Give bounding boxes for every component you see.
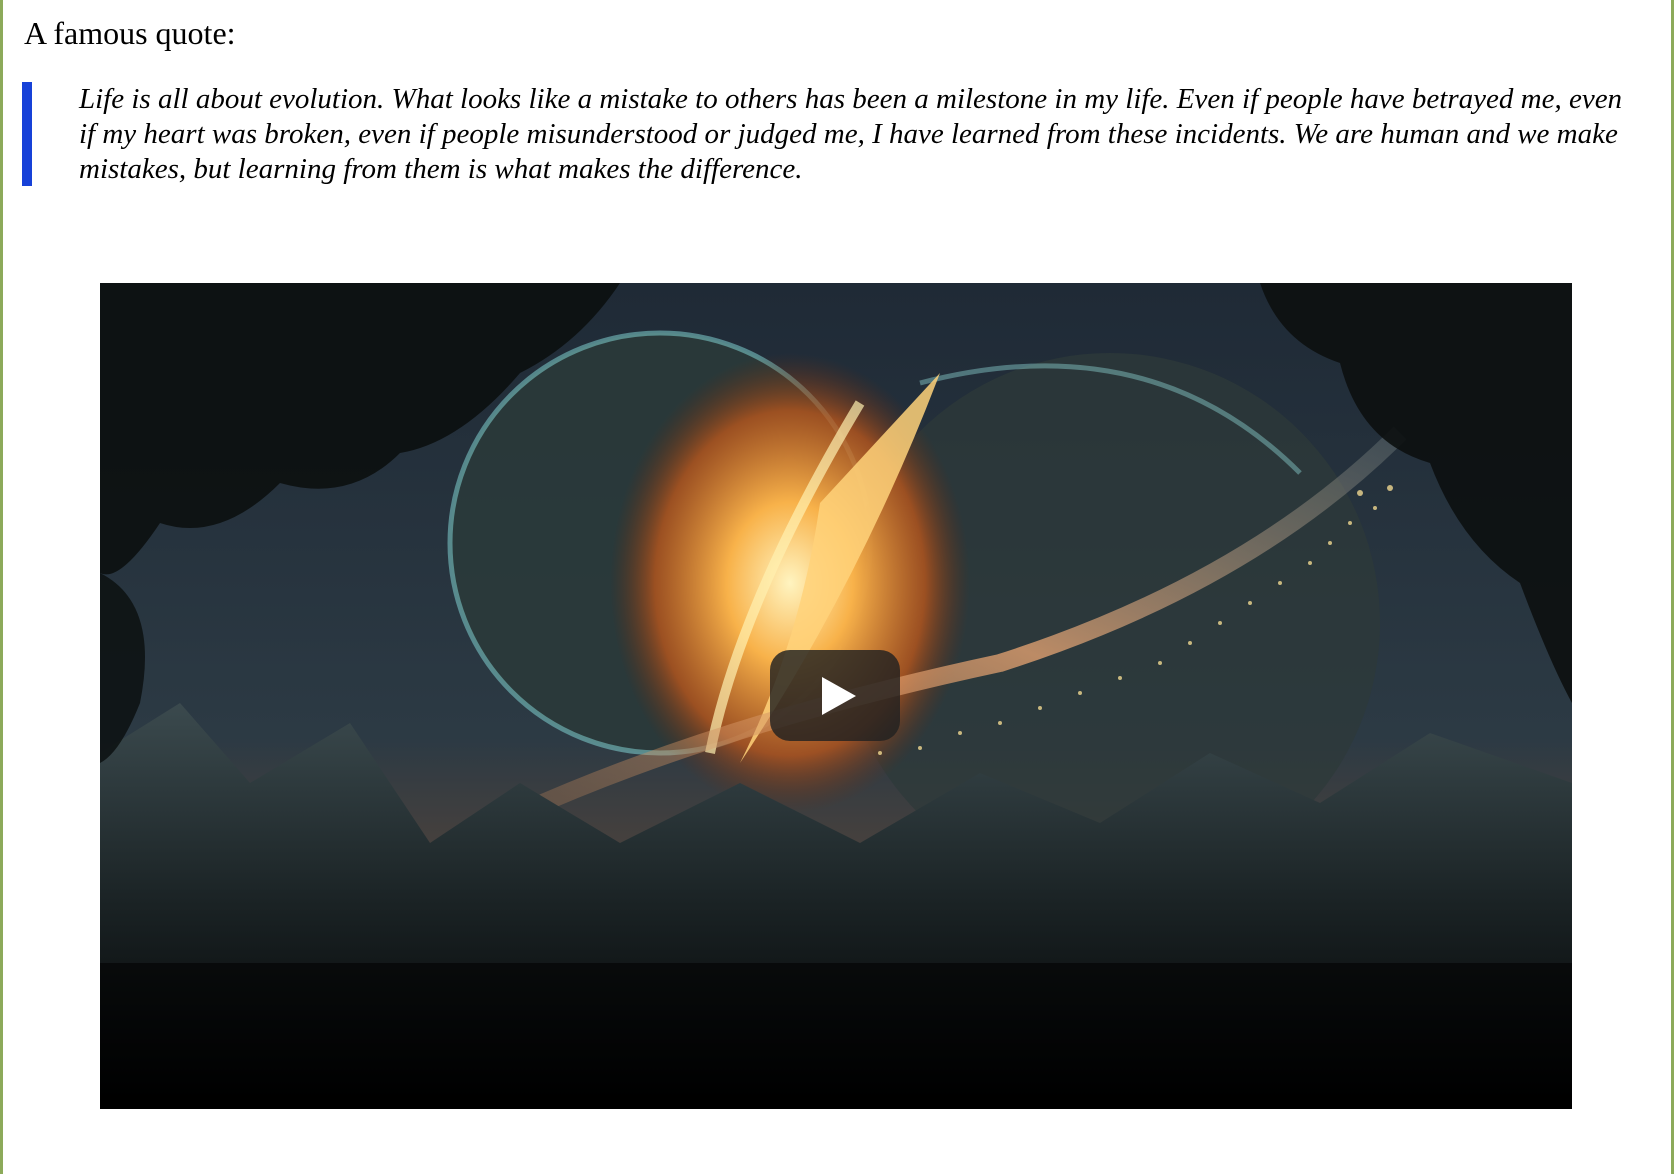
video-player[interactable] [100, 283, 1572, 1109]
play-icon [822, 677, 856, 715]
intro-text: A famous quote: [24, 15, 236, 51]
quote-text: Life is all about evolution. What looks … [79, 83, 1623, 185]
blockquote: Life is all about evolution. What looks … [22, 82, 1622, 186]
quote-bar [22, 82, 32, 186]
play-button[interactable] [770, 650, 900, 741]
page-left-border [0, 0, 3, 1174]
